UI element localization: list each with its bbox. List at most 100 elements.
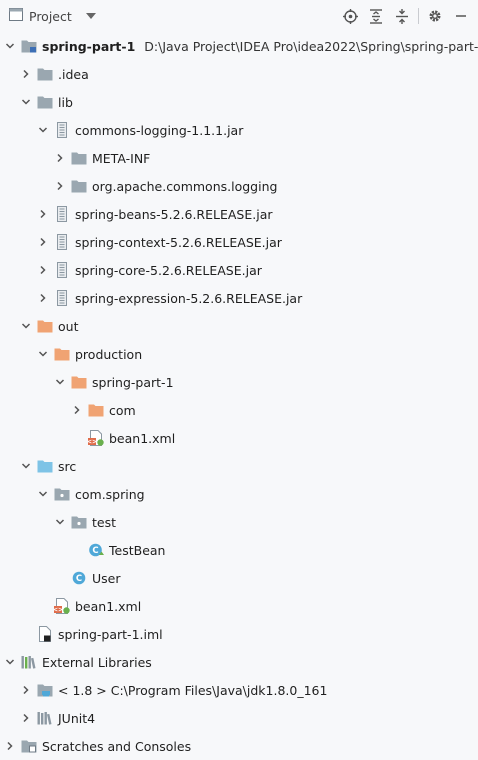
chevron-down-icon[interactable] [19, 312, 33, 340]
project-view-title: Project [29, 8, 72, 24]
collapse-all-icon[interactable] [389, 3, 415, 29]
tree-node-lib[interactable]: lib [0, 88, 478, 116]
lib-folder-label: lib [58, 94, 73, 110]
tree-node-scratches[interactable]: Scratches and Consoles [0, 732, 478, 760]
tree-node-external-libraries[interactable]: External Libraries [0, 648, 478, 676]
chevron-down-icon[interactable] [85, 13, 96, 19]
chevron-down-icon[interactable] [3, 32, 17, 60]
production-folder-label: production [75, 346, 143, 362]
tree-node-iml-file[interactable]: spring-part-1.iml [0, 620, 478, 648]
chevron-down-icon[interactable] [53, 508, 67, 536]
jar-icon [54, 290, 70, 306]
spring-beans-label: spring-beans-5.2.6.RELEASE.jar [75, 206, 273, 222]
out-folder-label: out [58, 318, 79, 334]
chevron-right-icon[interactable] [3, 732, 17, 760]
tree-node-spring-beans-jar[interactable]: spring-beans-5.2.6.RELEASE.jar [0, 200, 478, 228]
junit4-label: JUnit4 [58, 710, 96, 726]
tree-node-spring-context-jar[interactable]: spring-context-5.2.6.RELEASE.jar [0, 228, 478, 256]
tree-node-spring-core-jar[interactable]: spring-core-5.2.6.RELEASE.jar [0, 256, 478, 284]
chevron-right-icon[interactable] [36, 200, 50, 228]
iml-file-label: spring-part-1.iml [58, 626, 163, 642]
chevron-down-icon[interactable] [53, 368, 67, 396]
chevron-right-icon[interactable] [19, 60, 33, 88]
chevron-down-icon[interactable] [19, 452, 33, 480]
chevron-down-icon[interactable] [36, 340, 50, 368]
chevron-right-icon[interactable] [19, 676, 33, 704]
jar-icon [54, 122, 70, 138]
tree-node-production[interactable]: production [0, 340, 478, 368]
chevron-down-icon[interactable] [36, 116, 50, 144]
jdk-label: < 1.8 > C:\Program Files\Java\jdk1.8.0_1… [58, 682, 328, 698]
chevron-down-icon[interactable] [3, 648, 17, 676]
chevron-right-icon[interactable] [36, 228, 50, 256]
svg-text:<>: <> [54, 607, 63, 614]
tree-node-root-module[interactable]: spring-part-1 D:\Java Project\IDEA Pro\i… [0, 32, 478, 60]
chevron-right-icon[interactable] [70, 396, 84, 424]
tree-node-src[interactable]: src [0, 452, 478, 480]
tree-node-com-spring[interactable]: com.spring [0, 480, 478, 508]
spring-core-label: spring-core-5.2.6.RELEASE.jar [75, 262, 262, 278]
project-view-selector[interactable]: Project [0, 8, 96, 24]
library-icon [21, 654, 37, 670]
tree-node-testbean[interactable]: C TestBean [0, 536, 478, 564]
xml-file-icon: <> [54, 598, 70, 614]
chevron-down-icon[interactable] [36, 480, 50, 508]
tree-node-com[interactable]: com [0, 396, 478, 424]
folder-icon [37, 66, 53, 82]
excluded-folder-icon [37, 318, 53, 334]
module-folder-icon [21, 38, 37, 54]
src-bean1-label: bean1.xml [75, 598, 142, 614]
minimize-icon[interactable] [448, 3, 474, 29]
package-icon [54, 486, 70, 502]
source-folder-icon [37, 458, 53, 474]
tree-node-production-bean1-xml[interactable]: <> bean1.xml [0, 424, 478, 452]
tree-node-commons-logging-jar[interactable]: commons-logging-1.1.1.jar [0, 116, 478, 144]
user-class-label: User [92, 570, 121, 586]
tree-node-meta-inf[interactable]: META-INF [0, 144, 478, 172]
tree-node-spring-expression-jar[interactable]: spring-expression-5.2.6.RELEASE.jar [0, 284, 478, 312]
tree-node-idea[interactable]: .idea [0, 60, 478, 88]
chevron-right-icon[interactable] [19, 704, 33, 732]
locate-icon[interactable] [337, 3, 363, 29]
tree-node-src-bean1-xml[interactable]: <> bean1.xml [0, 592, 478, 620]
toolbar-divider [418, 8, 419, 24]
chevron-right-icon[interactable] [36, 284, 50, 312]
project-tree: spring-part-1 D:\Java Project\IDEA Pro\i… [0, 32, 478, 760]
project-toolbar: Project [0, 0, 478, 32]
excluded-folder-icon [54, 346, 70, 362]
meta-inf-label: META-INF [92, 150, 151, 166]
production-bean1-label: bean1.xml [109, 430, 176, 446]
svg-text:C: C [76, 574, 82, 584]
tree-node-org-apache-commons-logging[interactable]: org.apache.commons.logging [0, 172, 478, 200]
svg-text:C: C [92, 546, 98, 556]
jdk-folder-icon [37, 682, 53, 698]
java-class-icon: C [88, 542, 104, 558]
tree-node-user[interactable]: C User [0, 564, 478, 592]
chevron-right-icon[interactable] [53, 172, 67, 200]
tree-node-junit4[interactable]: JUnit4 [0, 704, 478, 732]
chevron-down-icon[interactable] [19, 88, 33, 116]
tree-node-jdk[interactable]: < 1.8 > C:\Program Files\Java\jdk1.8.0_1… [0, 676, 478, 704]
tree-node-production-module[interactable]: spring-part-1 [0, 368, 478, 396]
excluded-folder-icon [71, 374, 87, 390]
gear-icon[interactable] [422, 3, 448, 29]
package-icon [71, 514, 87, 530]
scratches-label: Scratches and Consoles [42, 738, 192, 754]
src-folder-label: src [58, 458, 77, 474]
jar-icon [54, 262, 70, 278]
testbean-label: TestBean [109, 542, 166, 558]
chevron-right-icon[interactable] [53, 144, 67, 172]
chevron-right-icon[interactable] [36, 256, 50, 284]
folder-icon [71, 150, 87, 166]
excluded-folder-icon [88, 402, 104, 418]
expand-all-icon[interactable] [363, 3, 389, 29]
svg-text:<>: <> [88, 439, 97, 446]
tree-node-out[interactable]: out [0, 312, 478, 340]
spring-context-label: spring-context-5.2.6.RELEASE.jar [75, 234, 282, 250]
scratches-icon [21, 738, 37, 754]
jar-icon [54, 206, 70, 222]
jar-icon [54, 234, 70, 250]
tree-node-test[interactable]: test [0, 508, 478, 536]
root-module-path: D:\Java Project\IDEA Pro\idea2022\Spring… [144, 38, 478, 54]
package-folder-icon [71, 178, 87, 194]
